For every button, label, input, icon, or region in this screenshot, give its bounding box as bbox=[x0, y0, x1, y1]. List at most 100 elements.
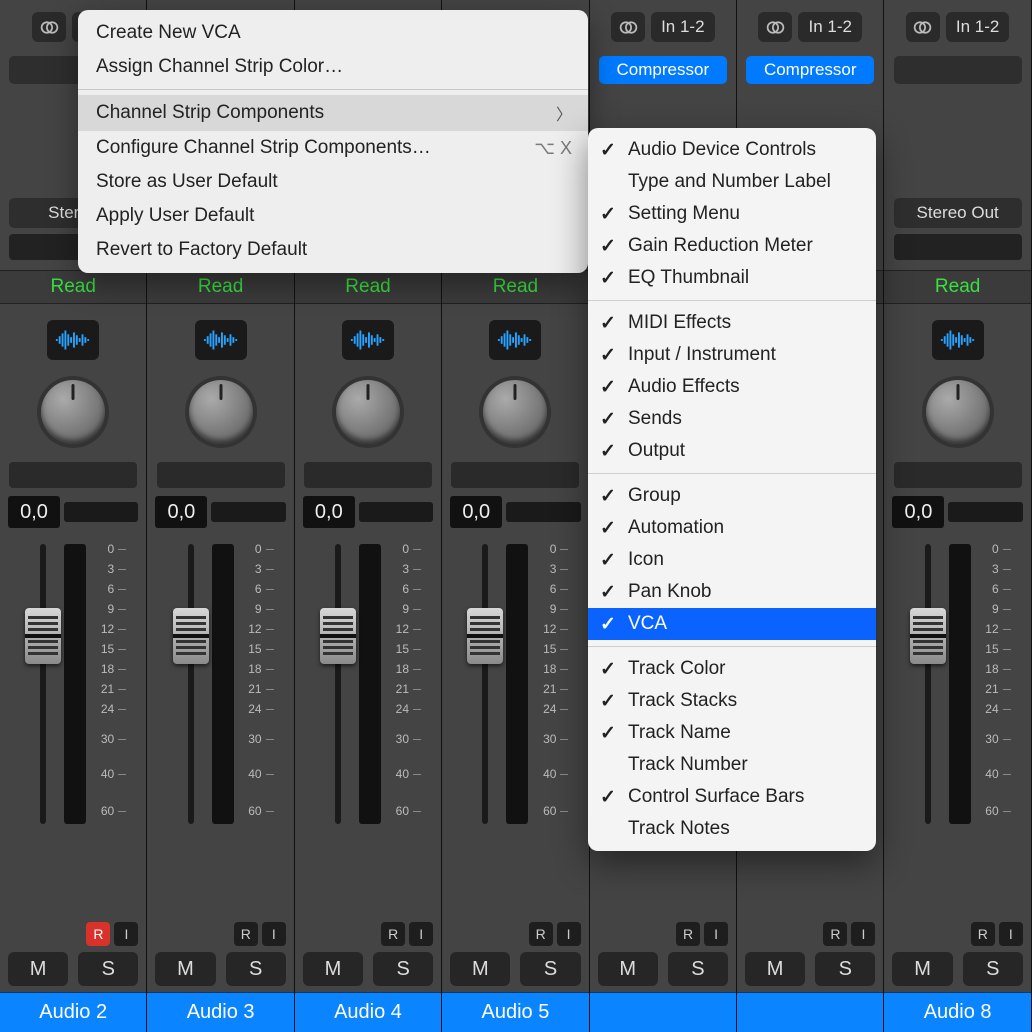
submenu-item[interactable]: ✓Sends bbox=[588, 403, 876, 435]
submenu-item[interactable]: ✓Output bbox=[588, 435, 876, 467]
input-monitor-button[interactable]: I bbox=[557, 922, 581, 946]
submenu-item[interactable]: ✓Setting Menu bbox=[588, 198, 876, 230]
menu-item[interactable]: Store as User Default bbox=[78, 165, 588, 199]
solo-button[interactable]: S bbox=[226, 952, 286, 986]
track-icon[interactable] bbox=[342, 320, 394, 360]
submenu-item[interactable]: ✓EQ Thumbnail bbox=[588, 262, 876, 294]
submenu-item[interactable]: ✓Automation bbox=[588, 512, 876, 544]
submenu-item[interactable]: ✓VCA bbox=[588, 608, 876, 640]
record-enable-button[interactable]: R bbox=[381, 922, 405, 946]
input-monitor-button[interactable]: I bbox=[704, 922, 728, 946]
submenu-item[interactable]: ✓Track Name bbox=[588, 717, 876, 749]
channel-strip-components-submenu[interactable]: ✓Audio Device ControlsType and Number La… bbox=[588, 128, 876, 851]
stereo-link-icon[interactable] bbox=[32, 12, 66, 42]
track-name[interactable]: Audio 2 bbox=[0, 992, 146, 1032]
insert-slot[interactable]: Compressor bbox=[599, 56, 727, 84]
channel-strip[interactable]: In 1-2Stereo OutRead0,003691215182124304… bbox=[884, 0, 1031, 1032]
mute-button[interactable]: M bbox=[598, 952, 658, 986]
mute-button[interactable]: M bbox=[450, 952, 510, 986]
automation-mode[interactable]: Read bbox=[0, 270, 146, 304]
volume-fader[interactable] bbox=[913, 544, 943, 824]
vca-slot[interactable] bbox=[894, 462, 1022, 488]
submenu-item[interactable]: ✓Group bbox=[588, 480, 876, 512]
mute-button[interactable]: M bbox=[155, 952, 215, 986]
automation-mode[interactable]: Read bbox=[147, 270, 293, 304]
mute-button[interactable]: M bbox=[8, 952, 68, 986]
solo-button[interactable]: S bbox=[373, 952, 433, 986]
track-name[interactable]: Audio 8 bbox=[884, 992, 1030, 1032]
track-icon[interactable] bbox=[932, 320, 984, 360]
vca-slot[interactable] bbox=[157, 462, 285, 488]
submenu-item[interactable]: ✓Gain Reduction Meter bbox=[588, 230, 876, 262]
track-name[interactable]: Audio 4 bbox=[295, 992, 441, 1032]
track-name[interactable]: Audio 5 bbox=[442, 992, 588, 1032]
vca-slot[interactable] bbox=[304, 462, 432, 488]
fader-cap-icon[interactable] bbox=[25, 608, 61, 664]
pan-knob[interactable] bbox=[189, 380, 253, 444]
record-enable-button[interactable]: R bbox=[86, 922, 110, 946]
submenu-item[interactable]: Type and Number Label bbox=[588, 166, 876, 198]
input-monitor-button[interactable]: I bbox=[262, 922, 286, 946]
submenu-item[interactable]: ✓Audio Device Controls bbox=[588, 134, 876, 166]
submenu-item[interactable]: Track Notes bbox=[588, 813, 876, 845]
solo-button[interactable]: S bbox=[78, 952, 138, 986]
solo-button[interactable]: S bbox=[668, 952, 728, 986]
automation-mode[interactable]: Read bbox=[884, 270, 1030, 304]
volume-fader[interactable] bbox=[28, 544, 58, 824]
output-selector[interactable]: Stereo Out bbox=[894, 198, 1022, 228]
track-icon[interactable] bbox=[489, 320, 541, 360]
mute-button[interactable]: M bbox=[303, 952, 363, 986]
gain-value[interactable]: 0,0 bbox=[155, 496, 207, 528]
input-selector[interactable]: In 1-2 bbox=[651, 12, 714, 42]
vca-slot[interactable] bbox=[451, 462, 579, 488]
record-enable-button[interactable]: R bbox=[234, 922, 258, 946]
gain-value[interactable]: 0,0 bbox=[450, 496, 502, 528]
submenu-item[interactable]: ✓Track Stacks bbox=[588, 685, 876, 717]
fader-cap-icon[interactable] bbox=[910, 608, 946, 664]
solo-button[interactable]: S bbox=[815, 952, 875, 986]
insert-slot[interactable]: Compressor bbox=[746, 56, 874, 84]
pan-knob[interactable] bbox=[336, 380, 400, 444]
input-selector[interactable]: In 1-2 bbox=[798, 12, 861, 42]
fader-cap-icon[interactable] bbox=[320, 608, 356, 664]
menu-item[interactable]: Configure Channel Strip Components…⌥ X bbox=[78, 131, 588, 165]
volume-fader[interactable] bbox=[470, 544, 500, 824]
menu-item[interactable]: Channel Strip Components〉 bbox=[78, 95, 588, 131]
input-monitor-button[interactable]: I bbox=[409, 922, 433, 946]
record-enable-button[interactable]: R bbox=[529, 922, 553, 946]
track-icon[interactable] bbox=[47, 320, 99, 360]
pan-knob[interactable] bbox=[41, 380, 105, 444]
input-selector[interactable]: In 1-2 bbox=[946, 12, 1009, 42]
volume-fader[interactable] bbox=[176, 544, 206, 824]
mute-button[interactable]: M bbox=[745, 952, 805, 986]
automation-mode[interactable]: Read bbox=[442, 270, 588, 304]
stereo-link-icon[interactable] bbox=[758, 12, 792, 42]
pan-knob[interactable] bbox=[926, 380, 990, 444]
track-name[interactable]: Audio 3 bbox=[147, 992, 293, 1032]
menu-item[interactable]: Apply User Default bbox=[78, 199, 588, 233]
record-enable-button[interactable]: R bbox=[971, 922, 995, 946]
submenu-item[interactable]: Track Number bbox=[588, 749, 876, 781]
gain-value[interactable]: 0,0 bbox=[892, 496, 944, 528]
submenu-item[interactable]: ✓Pan Knob bbox=[588, 576, 876, 608]
insert-slot-empty[interactable] bbox=[894, 56, 1022, 84]
mute-button[interactable]: M bbox=[892, 952, 952, 986]
pan-knob[interactable] bbox=[483, 380, 547, 444]
automation-mode[interactable]: Read bbox=[295, 270, 441, 304]
input-monitor-button[interactable]: I bbox=[114, 922, 138, 946]
record-enable-button[interactable]: R bbox=[676, 922, 700, 946]
stereo-link-icon[interactable] bbox=[906, 12, 940, 42]
context-menu[interactable]: Create New VCAAssign Channel Strip Color… bbox=[78, 10, 588, 273]
track-icon[interactable] bbox=[195, 320, 247, 360]
stereo-link-icon[interactable] bbox=[611, 12, 645, 42]
menu-item[interactable]: Create New VCA bbox=[78, 16, 588, 50]
menu-item[interactable]: Assign Channel Strip Color… bbox=[78, 50, 588, 84]
submenu-item[interactable]: ✓Track Color bbox=[588, 653, 876, 685]
input-monitor-button[interactable]: I bbox=[999, 922, 1023, 946]
gain-value[interactable]: 0,0 bbox=[8, 496, 60, 528]
track-name[interactable] bbox=[590, 992, 736, 1032]
submenu-item[interactable]: ✓Audio Effects bbox=[588, 371, 876, 403]
gain-value[interactable]: 0,0 bbox=[303, 496, 355, 528]
input-monitor-button[interactable]: I bbox=[851, 922, 875, 946]
solo-button[interactable]: S bbox=[520, 952, 580, 986]
